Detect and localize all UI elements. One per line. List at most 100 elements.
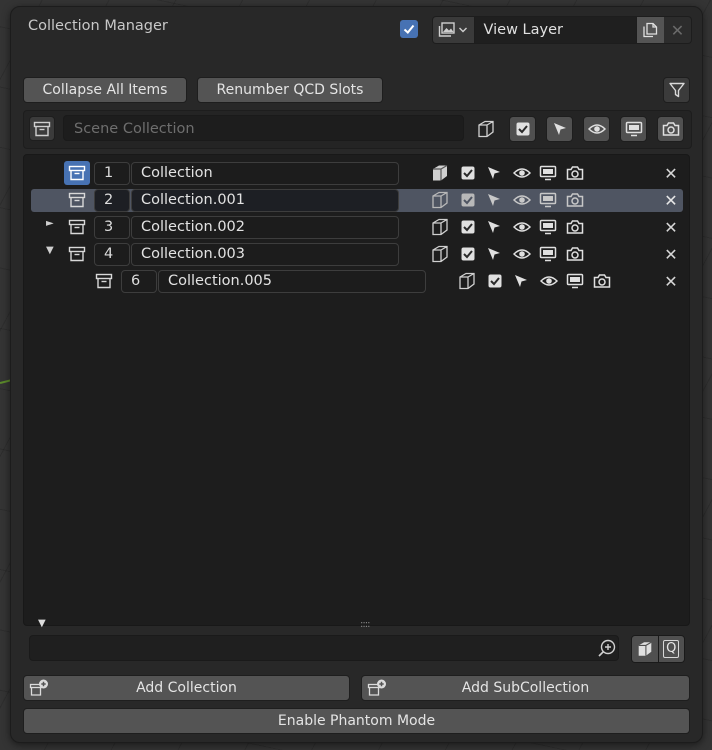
resize-grip[interactable]: :::: (360, 619, 371, 630)
list-item[interactable]: 2 Collection.001 ✕ (24, 188, 689, 213)
scene-collection-field[interactable]: Scene Collection (63, 115, 464, 141)
eye-icon (587, 124, 606, 134)
filter-search-field[interactable] (29, 635, 619, 661)
close-icon[interactable]: ✕ (661, 163, 681, 183)
checkbox-icon[interactable] (458, 190, 478, 210)
cursor-arrow-icon (553, 123, 566, 135)
cursor-arrow-icon[interactable] (511, 271, 531, 291)
filter-icon (668, 82, 685, 98)
qcd-slot-field[interactable]: 1 (94, 162, 130, 185)
eye-icon[interactable] (539, 271, 559, 291)
checkbox-icon (516, 122, 529, 136)
add-subcollection-button[interactable]: Add SubCollection (361, 675, 690, 701)
viewport-all-toggle[interactable] (620, 116, 647, 142)
cube-icon (638, 641, 652, 656)
close-icon[interactable]: ✕ (661, 244, 681, 264)
remove-view-layer-button[interactable]: ✕ (663, 17, 691, 43)
eye-icon[interactable] (512, 163, 532, 183)
list-item[interactable]: 1 Collection ✕ (24, 161, 689, 186)
collection-name-field[interactable]: Collection.003 (131, 243, 399, 266)
new-view-layer-button[interactable] (635, 17, 664, 43)
view-layer-dropdown[interactable] (433, 17, 475, 43)
checkbox-icon[interactable] (485, 271, 505, 291)
collection-box-icon (33, 121, 51, 136)
list-options-arrow-icon[interactable]: ▼ (38, 618, 46, 629)
object-filter-toggle[interactable] (632, 636, 659, 662)
scene-collection-button[interactable] (29, 116, 55, 141)
camera-icon[interactable] (565, 244, 585, 264)
cube-icon[interactable] (457, 271, 477, 291)
camera-icon[interactable] (565, 217, 585, 237)
cube-icon[interactable] (430, 163, 450, 183)
cube-icon (478, 120, 494, 138)
collection-name-field[interactable]: Collection.001 (131, 189, 399, 212)
exclude-all-toggle[interactable] (475, 118, 497, 140)
cube-icon[interactable] (430, 190, 450, 210)
expand-arrow-icon[interactable]: ► (46, 218, 54, 229)
image-stack-icon (439, 22, 455, 37)
eye-icon[interactable] (512, 244, 532, 264)
monitor-icon[interactable] (538, 244, 558, 264)
zoom-button[interactable] (595, 637, 619, 659)
panel-title: Collection Manager (28, 18, 168, 34)
collection-box-icon[interactable] (94, 271, 114, 291)
collection-box-icon[interactable] (67, 217, 87, 237)
view-layer-name[interactable]: View Layer (474, 17, 636, 43)
renumber-qcd-button[interactable]: Renumber QCD Slots (197, 77, 383, 103)
collection-box-icon[interactable] (67, 190, 87, 210)
chevron-down-icon (459, 27, 468, 33)
render-all-toggle[interactable] (657, 116, 684, 142)
collection-box-icon[interactable] (67, 244, 87, 264)
eye-icon[interactable] (512, 190, 532, 210)
qcd-slot-field[interactable]: 2 (94, 189, 130, 212)
monitor-icon[interactable] (538, 190, 558, 210)
cursor-arrow-icon[interactable] (484, 244, 504, 264)
cursor-arrow-icon[interactable] (484, 163, 504, 183)
checkbox-icon[interactable] (458, 217, 478, 237)
monitor-icon[interactable] (538, 163, 558, 183)
qcd-slot-field[interactable]: 4 (94, 243, 130, 266)
collapse-all-button[interactable]: Collapse All Items (23, 77, 187, 103)
collapse-arrow-icon[interactable]: ▼ (46, 245, 54, 256)
cube-icon[interactable] (430, 217, 450, 237)
qcd-slot-field[interactable]: 3 (94, 216, 130, 239)
camera-icon[interactable] (592, 271, 612, 291)
eye-icon[interactable] (512, 217, 532, 237)
collection-name-field[interactable]: Collection.005 (158, 270, 426, 293)
enable-all-toggle[interactable] (509, 116, 536, 142)
view-layer-selector: View Layer ✕ (432, 16, 692, 44)
camera-icon[interactable] (565, 163, 585, 183)
close-icon[interactable]: ✕ (661, 190, 681, 210)
filter-button[interactable] (663, 77, 690, 103)
list-item[interactable]: ► 3 Collection.002 ✕ (24, 215, 689, 240)
collection-name-field[interactable]: Collection (131, 162, 399, 185)
checkbox-icon[interactable] (458, 244, 478, 264)
visible-all-toggle[interactable] (583, 116, 610, 142)
add-collection-button[interactable]: Add Collection (23, 675, 350, 701)
add-collection-icon (29, 679, 48, 696)
add-collection-label: Add Collection (136, 680, 237, 696)
camera-icon (662, 122, 679, 136)
qcd-slot-field[interactable]: 6 (121, 270, 157, 293)
monitor-icon (625, 121, 642, 137)
camera-icon[interactable] (565, 190, 585, 210)
collection-tree-list: 1 Collection ✕ 2 Collection.001 ✕ ► 3 Co… (23, 154, 690, 630)
close-icon[interactable]: ✕ (661, 271, 681, 291)
close-icon[interactable]: ✕ (661, 217, 681, 237)
list-item[interactable]: 6 Collection.005 ✕ (24, 269, 689, 294)
qcd-filter-toggle[interactable]: Q (658, 636, 684, 662)
view-layer-checkbox[interactable] (400, 20, 418, 38)
enable-phantom-mode-button[interactable]: Enable Phantom Mode (23, 708, 690, 734)
collection-box-icon[interactable] (64, 161, 90, 185)
cube-icon[interactable] (430, 244, 450, 264)
monitor-icon[interactable] (538, 217, 558, 237)
list-item[interactable]: ▼ 4 Collection.003 ✕ (24, 242, 689, 267)
checkbox-icon[interactable] (458, 163, 478, 183)
zoom-in-icon (598, 639, 616, 657)
monitor-icon[interactable] (565, 271, 585, 291)
cursor-arrow-icon[interactable] (484, 190, 504, 210)
q-label: Q (663, 640, 680, 658)
selectable-all-toggle[interactable] (546, 116, 573, 142)
collection-name-field[interactable]: Collection.002 (131, 216, 399, 239)
cursor-arrow-icon[interactable] (484, 217, 504, 237)
